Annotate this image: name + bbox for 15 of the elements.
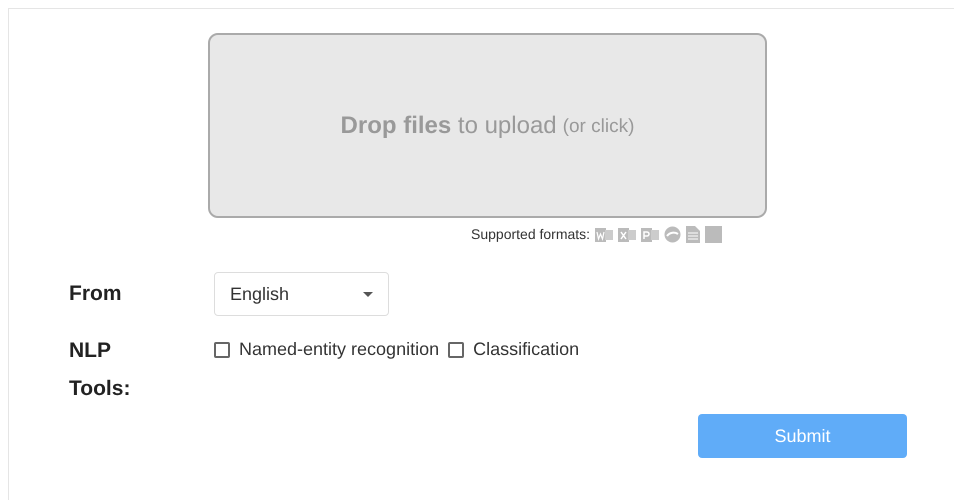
square-file-icon bbox=[705, 226, 722, 243]
excel-file-icon bbox=[618, 226, 636, 242]
nlp-tools-label: NLP Tools: bbox=[69, 338, 132, 402]
language-select[interactable]: English bbox=[214, 272, 389, 316]
checkbox[interactable] bbox=[448, 342, 464, 358]
circle-swoosh-icon bbox=[664, 226, 682, 243]
slides-file-icon bbox=[641, 226, 660, 242]
supported-formats-label: Supported formats: bbox=[471, 225, 590, 244]
word-file-icon bbox=[595, 226, 614, 242]
checkbox-label[interactable]: Classification bbox=[473, 336, 580, 363]
from-label: From bbox=[69, 281, 122, 308]
text-document-icon bbox=[686, 226, 700, 243]
dropdown-caret-icon bbox=[363, 292, 373, 296]
checkbox[interactable] bbox=[214, 342, 230, 358]
checkbox-label[interactable]: Named-entity recognition bbox=[239, 336, 440, 363]
